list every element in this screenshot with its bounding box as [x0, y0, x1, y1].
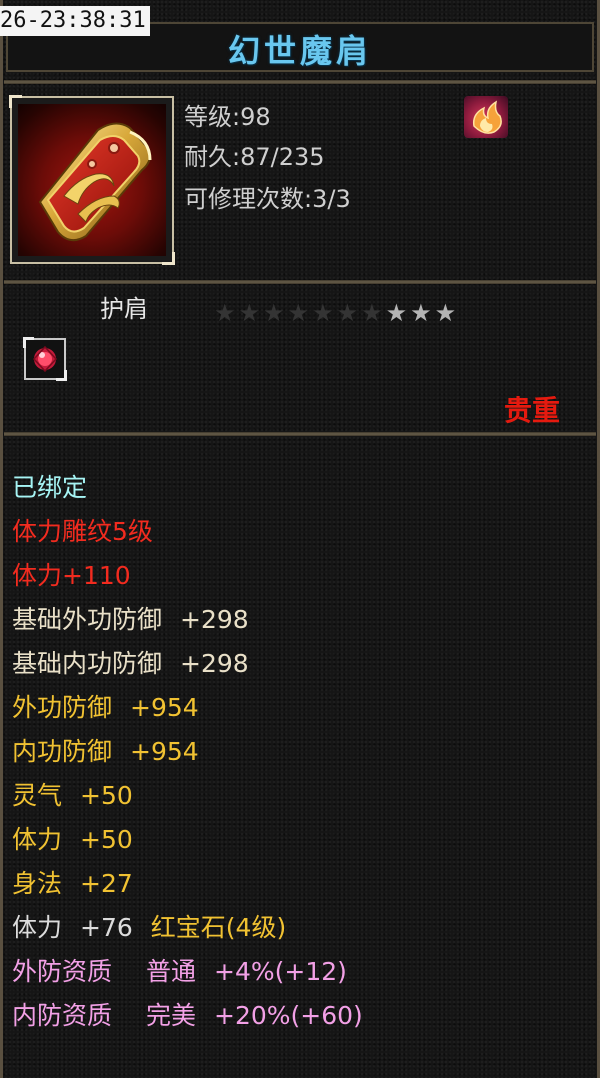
star-empty-icon: ★	[287, 299, 313, 327]
star-filled-icon: ★	[410, 299, 435, 327]
attribute-row: 体力 +50	[12, 818, 592, 862]
engraving-level: 体力雕纹5级	[12, 517, 153, 546]
attribute-value: +76	[80, 913, 133, 942]
attribute-value: +298	[180, 605, 249, 634]
attribute-value: +50	[80, 781, 133, 810]
attribute-value: +954	[130, 693, 199, 722]
bound-status: 已绑定	[12, 473, 88, 502]
gem-name: 红宝石(4级)	[150, 913, 287, 942]
attribute-row: 身法 +27	[12, 862, 592, 906]
attribute-label: 基础内功防御	[12, 649, 163, 678]
quality-row: 外防资质 普通 +4%(+12)	[12, 950, 592, 994]
quality-grade: 完美	[146, 1001, 197, 1030]
item-level: 等级:98	[184, 103, 271, 131]
attribute-label: 外功防御	[12, 693, 113, 722]
divider	[4, 80, 596, 84]
star-empty-icon: ★	[238, 299, 264, 327]
attribute-list: 已绑定 体力雕纹5级 体力+110 基础外功防御 +298 基础内功防御 +298 …	[12, 466, 592, 1038]
quality-bonus: +20%(+60)	[214, 1001, 363, 1030]
engraving-stat: 体力+110	[12, 561, 131, 590]
attribute-label: 基础外功防御	[12, 605, 163, 634]
fire-element-icon	[464, 96, 508, 138]
attribute-row: 基础内功防御 +298	[12, 642, 592, 686]
star-rating: ★★★★★★★★★★	[214, 298, 459, 328]
star-empty-icon: ★	[336, 299, 362, 327]
star-filled-icon: ★	[385, 299, 411, 327]
item-repair-count: 可修理次数:3/3	[184, 185, 351, 213]
attribute-value: +298	[180, 649, 249, 678]
shoulder-armor-icon	[38, 122, 152, 242]
attribute-row: 灵气 +50	[12, 774, 592, 818]
gem-attribute-row: 体力 +76 红宝石(4级)	[12, 906, 592, 950]
attribute-row: 外功防御 +954	[12, 686, 592, 730]
divider	[4, 280, 596, 284]
attribute-label: 内功防御	[12, 737, 113, 766]
attribute-value: +27	[80, 869, 133, 898]
quality-row: 内防资质 完美 +20%(+60)	[12, 994, 592, 1038]
timestamp: 26-23:38:31	[0, 6, 150, 36]
star-empty-icon: ★	[361, 299, 386, 327]
quality-bonus: +4%(+12)	[214, 957, 347, 986]
quality-label: 外防资质	[12, 957, 113, 986]
attribute-label: 体力	[12, 825, 63, 854]
gem-socket[interactable]	[23, 337, 67, 381]
ruby-gem-icon	[32, 345, 58, 373]
attribute-value: +50	[80, 825, 133, 854]
quality-label: 内防资质	[12, 1001, 113, 1030]
attribute-row: 基础外功防御 +298	[12, 598, 592, 642]
item-durability: 耐久:87/235	[184, 143, 325, 171]
star-empty-icon: ★	[312, 299, 337, 327]
divider	[4, 432, 596, 436]
item-tooltip: 26-23:38:31 幻世魔肩 等级:98 耐久:87/235 可修理次数:3…	[0, 0, 600, 1078]
rarity-label: 贵重	[503, 394, 560, 427]
attribute-label: 灵气	[12, 781, 63, 810]
quality-grade: 普通	[146, 957, 197, 986]
attribute-row: 内功防御 +954	[12, 730, 592, 774]
attribute-label: 身法	[12, 869, 63, 898]
equip-slot-type: 护肩	[100, 295, 148, 323]
star-filled-icon: ★	[434, 299, 460, 327]
attribute-label: 体力	[12, 913, 63, 942]
attribute-value: +954	[130, 737, 199, 766]
star-empty-icon: ★	[263, 299, 288, 327]
item-icon-frame[interactable]	[9, 95, 175, 265]
star-empty-icon: ★	[214, 299, 239, 327]
